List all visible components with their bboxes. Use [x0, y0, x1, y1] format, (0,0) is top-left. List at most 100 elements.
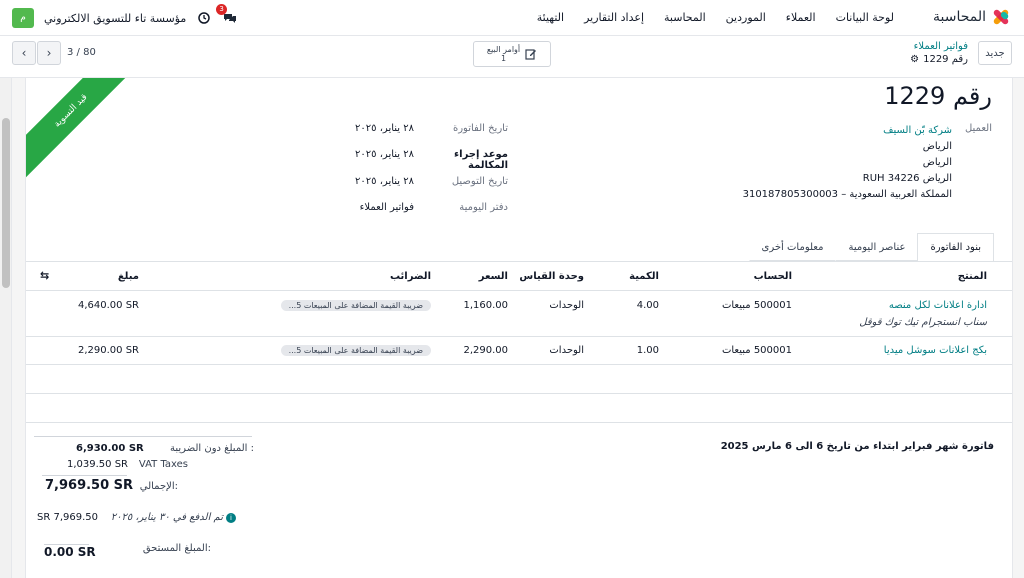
row-amount[interactable]: 4,640.00 SR — [78, 300, 139, 311]
call-date-value[interactable]: ٢٨ يناير، ٢٠٢٥ — [346, 149, 414, 160]
row-price[interactable]: 1,160.00 — [463, 300, 508, 311]
row-quantity[interactable]: 4.00 — [637, 300, 659, 311]
invoice-title: رقم 1229 — [884, 82, 992, 110]
app-name: المحاسبة — [932, 9, 986, 25]
row-tax-tag[interactable]: ضريبة القيمة المضافة على المبيعات 5... — [280, 300, 431, 311]
menu-configuration[interactable]: التهيئة — [537, 11, 564, 24]
row-account[interactable]: 500001 مبيعات — [722, 300, 792, 311]
vat-value: 1,039.50 SR — [67, 459, 129, 470]
tab-other-info[interactable]: معلومات أخرى — [748, 233, 837, 261]
chat-icon[interactable]: 3 — [216, 4, 238, 26]
payment-line: i تم الدفع في ٣٠ يناير، ٢٠٢٥ — [111, 512, 236, 523]
invoice-narration[interactable]: فاتورة شهر فبراير ابتداء من تاريخ 6 الى … — [721, 441, 994, 452]
systray: م مؤسسة تاء للتسويق الالكتروني 3 — [12, 4, 238, 28]
smart-button-text: أوامر البيع 1 — [487, 45, 520, 63]
header-price[interactable]: السعر — [479, 271, 508, 282]
new-button[interactable]: جديد — [978, 41, 1012, 65]
vat-label: VAT Taxes — [138, 459, 188, 470]
gear-icon[interactable]: ⚙ — [910, 54, 919, 65]
edit-icon — [525, 45, 537, 64]
company-avatar[interactable]: م — [12, 8, 34, 28]
customer-label: العميل — [964, 123, 992, 134]
table-empty-row — [26, 394, 1012, 423]
menu-accounting[interactable]: المحاسبة — [664, 11, 706, 24]
table-empty-row — [26, 365, 1012, 394]
row-uom[interactable]: الوحدات — [549, 300, 584, 311]
row-product[interactable]: بكج اعلانات سوشل ميديا — [884, 345, 987, 356]
amount-due-value: 0.00 SR — [44, 545, 96, 559]
status-ribbon: قيد التسوية — [26, 78, 142, 182]
pager-previous-button[interactable]: ‹ — [12, 41, 36, 65]
invoice-lines-table: المنتج الحساب الكمية وحدة القياس السعر ا… — [26, 261, 1012, 423]
header-taxes[interactable]: الضرائب — [390, 271, 431, 282]
breadcrumb-current-label: رقم 1229 — [923, 54, 968, 65]
invoice-date-value[interactable]: ٢٨ يناير، ٢٠٢٥ — [346, 123, 414, 134]
company-name[interactable]: مؤسسة تاء للتسويق الالكتروني — [44, 12, 186, 25]
payment-label: تم الدفع في ٣٠ يناير، ٢٠٢٥ — [110, 512, 223, 523]
tab-journal-items[interactable]: عناصر اليومية — [835, 233, 919, 261]
customer-address-line4: المملكة العربية السعودية – 3101878053000… — [742, 189, 952, 200]
customer-address-line3: الرياض RUH 34226 — [862, 173, 952, 184]
customer-name[interactable]: شركة بّن السيف — [743, 123, 952, 139]
table-row[interactable]: ادارة اعلانات لكل منصه سناب انستجرام تيك… — [26, 291, 1012, 337]
journal-value[interactable]: فواتير العملاء — [346, 202, 414, 213]
row-account[interactable]: 500001 مبيعات — [722, 345, 792, 356]
total-label: الإجمالي: — [139, 481, 178, 492]
app-brand[interactable]: المحاسبة — [933, 8, 1010, 26]
row-price[interactable]: 2,290.00 — [463, 345, 508, 356]
row-uom[interactable]: الوحدات — [549, 345, 584, 356]
sale-orders-smart-button[interactable]: أوامر البيع 1 — [473, 41, 551, 67]
customer-address-line2: الرياض — [922, 157, 952, 168]
smart-button-count: 1 — [500, 54, 507, 63]
notification-count: 3 — [216, 4, 227, 15]
row-quantity[interactable]: 1.00 — [637, 345, 659, 356]
header-product[interactable]: المنتج — [958, 271, 987, 282]
breadcrumb: فواتير العملاء رقم 1229 ⚙ — [910, 41, 968, 65]
info-icon[interactable]: i — [226, 512, 236, 523]
delivery-date-label: تاريخ التوصيل — [451, 176, 508, 187]
chevron-right-icon: › — [46, 46, 52, 60]
row-product[interactable]: ادارة اعلانات لكل منصه — [889, 300, 987, 311]
breadcrumb-parent[interactable]: فواتير العملاء — [910, 41, 968, 52]
smart-button-label: أوامر البيع — [486, 45, 521, 54]
invoice-date-label: تاريخ الفاتورة — [452, 123, 508, 134]
delivery-date-value[interactable]: ٢٨ يناير، ٢٠٢٥ — [346, 176, 414, 187]
pager-value[interactable]: 3 / 80 — [67, 47, 96, 58]
top-navbar: المحاسبة لوحة البيانات العملاء الموردين … — [0, 0, 1024, 36]
clock-icon[interactable] — [196, 10, 212, 26]
control-panel: جديد فواتير العملاء رقم 1229 ⚙ أوامر الب… — [0, 36, 1024, 78]
row-tax-tag[interactable]: ضريبة القيمة المضافة على المبيعات 5... — [280, 345, 431, 356]
customer-address-line1: الرياض — [922, 141, 952, 152]
invoice-form-sheet: قيد التسوية رقم 1229 العميل شركة بّن الس… — [25, 78, 1013, 578]
optional-columns-icon[interactable]: ⇆ — [40, 269, 49, 282]
total-divider — [42, 475, 127, 476]
table-row[interactable]: بكج اعلانات سوشل ميديا 500001 مبيعات 1.0… — [26, 337, 1012, 365]
menu-dashboard[interactable]: لوحة البيانات — [836, 11, 894, 24]
notebook-tabs: بنود الفاتورة عناصر اليومية معلومات أخرى — [748, 233, 994, 261]
scrollbar-thumb[interactable] — [2, 118, 10, 288]
tax-totals: المبلغ دون الضريبة : 6,930.00 SR VAT Tax… — [34, 436, 254, 565]
app-logo-icon — [992, 8, 1010, 26]
table-header: المنتج الحساب الكمية وحدة القياس السعر ا… — [26, 261, 1012, 291]
header-uom[interactable]: وحدة القياس — [519, 271, 584, 282]
journal-label: دفتر اليومية — [459, 202, 508, 213]
pager-next-button[interactable]: › — [37, 41, 61, 65]
untaxed-value: 6,930.00 SR — [76, 443, 144, 454]
row-amount[interactable]: 2,290.00 SR — [78, 345, 139, 356]
customer-address: شركة بّن السيف الرياض الرياض الرياض RUH … — [743, 123, 952, 203]
header-quantity[interactable]: الكمية — [629, 271, 659, 282]
scrollbar[interactable] — [0, 78, 12, 578]
tab-invoice-lines[interactable]: بنود الفاتورة — [917, 233, 994, 261]
header-amount[interactable]: مبلغ — [118, 271, 139, 282]
row-description[interactable]: سناب انستجرام تيك توك قوقل — [859, 317, 987, 328]
menu-reporting[interactable]: إعداد التقارير — [584, 11, 644, 24]
payment-value: SR 7,969.50 — [37, 512, 99, 523]
chevron-left-icon: ‹ — [21, 46, 27, 60]
untaxed-label: المبلغ دون الضريبة : — [170, 443, 254, 454]
amount-due-label: المبلغ المستحق: — [142, 543, 211, 554]
menu-customers[interactable]: العملاء — [786, 11, 816, 24]
menu-vendors[interactable]: الموردين — [726, 11, 766, 24]
totals-divider — [34, 436, 252, 437]
breadcrumb-current: رقم 1229 ⚙ — [910, 54, 968, 65]
header-account[interactable]: الحساب — [754, 271, 792, 282]
